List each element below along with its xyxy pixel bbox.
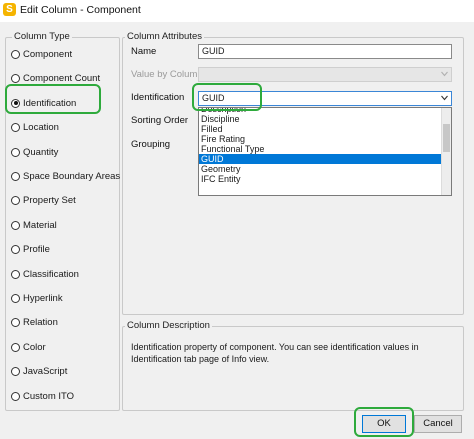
column-type-legend: Column Type bbox=[12, 31, 72, 42]
column-description-legend: Column Description bbox=[125, 320, 212, 331]
radio-label: Space Boundary Areas bbox=[23, 170, 121, 182]
column-type-radio-hyperlink[interactable]: Hyperlink bbox=[11, 291, 63, 305]
column-description-group: Column Description bbox=[122, 320, 464, 411]
chevron-down-icon bbox=[441, 71, 448, 77]
value-by-column-label: Value by Column bbox=[131, 69, 203, 80]
identification-combo[interactable]: GUID bbox=[198, 91, 452, 106]
column-type-radio-component-count[interactable]: Component Count bbox=[11, 71, 100, 85]
radio-button-icon[interactable] bbox=[11, 98, 20, 108]
radio-label: Component bbox=[23, 48, 73, 60]
dropdown-option[interactable]: GUID bbox=[199, 154, 444, 164]
radio-button-icon[interactable] bbox=[11, 317, 20, 327]
radio-button-icon[interactable] bbox=[11, 293, 20, 303]
cancel-button[interactable]: Cancel bbox=[414, 415, 462, 433]
app-icon: S bbox=[3, 3, 16, 16]
sorting-order-label: Sorting Order bbox=[131, 115, 189, 126]
dropdown-option[interactable]: Fire Rating bbox=[201, 134, 441, 144]
radio-button-icon[interactable] bbox=[11, 73, 20, 83]
window-title: Edit Column - Component bbox=[20, 4, 141, 16]
identification-label: Identification bbox=[131, 92, 185, 103]
ok-button[interactable]: OK bbox=[362, 415, 406, 433]
dropdown-option[interactable]: IFC Entity bbox=[201, 174, 441, 184]
radio-button-icon[interactable] bbox=[11, 391, 20, 401]
dropdown-option[interactable]: Filled bbox=[201, 124, 441, 134]
column-type-radio-profile[interactable]: Profile bbox=[11, 242, 50, 256]
identification-combo-value: GUID bbox=[202, 93, 225, 103]
radio-button-icon[interactable] bbox=[11, 122, 20, 132]
name-label: Name bbox=[131, 46, 157, 57]
radio-button-icon[interactable] bbox=[11, 147, 20, 157]
column-type-radio-quantity[interactable]: Quantity bbox=[11, 145, 58, 159]
radio-button-icon[interactable] bbox=[11, 366, 20, 376]
radio-button-icon[interactable] bbox=[11, 220, 20, 230]
edit-column-dialog: S Edit Column - Component Column Type Co… bbox=[0, 0, 474, 439]
radio-button-icon[interactable] bbox=[11, 49, 20, 59]
grouping-label: Grouping bbox=[131, 139, 171, 150]
radio-label: Hyperlink bbox=[23, 292, 63, 304]
column-attributes-legend: Column Attributes bbox=[125, 31, 204, 42]
column-type-radio-custom-ito[interactable]: Custom ITO bbox=[11, 389, 74, 403]
column-type-radio-property-set[interactable]: Property Set bbox=[11, 193, 76, 207]
identification-dropdown-list[interactable]: Description Discipline Filled Fire Rating Fu… bbox=[198, 107, 452, 196]
column-type-radio-identification[interactable]: Identification bbox=[11, 96, 76, 110]
radio-label: Component Count bbox=[23, 72, 101, 84]
radio-label: JavaScript bbox=[23, 365, 68, 377]
column-type-radio-space-boundary-areas[interactable]: Space Boundary Areas bbox=[11, 169, 120, 183]
column-description-text: Identification property of component. Yo… bbox=[131, 342, 419, 364]
title-bar: S Edit Column - Component bbox=[0, 0, 474, 22]
radio-label: Identification bbox=[23, 97, 77, 109]
name-input[interactable]: GUID bbox=[198, 44, 452, 59]
dropdown-scrollbar[interactable] bbox=[441, 108, 451, 195]
column-type-radio-location[interactable]: Location bbox=[11, 120, 59, 134]
radio-label: Relation bbox=[23, 316, 58, 328]
radio-label: Quantity bbox=[23, 146, 59, 158]
dropdown-option[interactable]: Description bbox=[201, 108, 441, 114]
dropdown-option[interactable]: Geometry bbox=[201, 164, 441, 174]
radio-button-icon[interactable] bbox=[11, 195, 20, 205]
radio-button-icon[interactable] bbox=[11, 269, 20, 279]
chevron-down-icon[interactable] bbox=[441, 95, 448, 101]
dropdown-option[interactable]: Discipline bbox=[201, 114, 441, 124]
dropdown-option[interactable]: Functional Type bbox=[201, 144, 441, 154]
column-type-radio-color[interactable]: Color bbox=[11, 340, 46, 354]
column-type-radio-component[interactable]: Component bbox=[11, 47, 72, 61]
radio-label: Property Set bbox=[23, 194, 76, 206]
scrollbar-thumb[interactable] bbox=[443, 124, 450, 152]
radio-label: Classification bbox=[23, 268, 79, 280]
radio-button-icon[interactable] bbox=[11, 171, 20, 181]
column-type-radio-relation[interactable]: Relation bbox=[11, 315, 58, 329]
radio-label: Material bbox=[23, 219, 57, 231]
column-type-radio-javascript[interactable]: JavaScript bbox=[11, 364, 67, 378]
column-type-radio-material[interactable]: Material bbox=[11, 218, 57, 232]
value-by-column-combo bbox=[198, 67, 452, 82]
column-type-radio-classification[interactable]: Classification bbox=[11, 267, 79, 281]
radio-button-icon[interactable] bbox=[11, 342, 20, 352]
radio-button-icon[interactable] bbox=[11, 244, 20, 254]
radio-label: Custom ITO bbox=[23, 390, 75, 402]
radio-label: Color bbox=[23, 341, 46, 353]
radio-label: Location bbox=[23, 121, 59, 133]
radio-label: Profile bbox=[23, 243, 50, 255]
